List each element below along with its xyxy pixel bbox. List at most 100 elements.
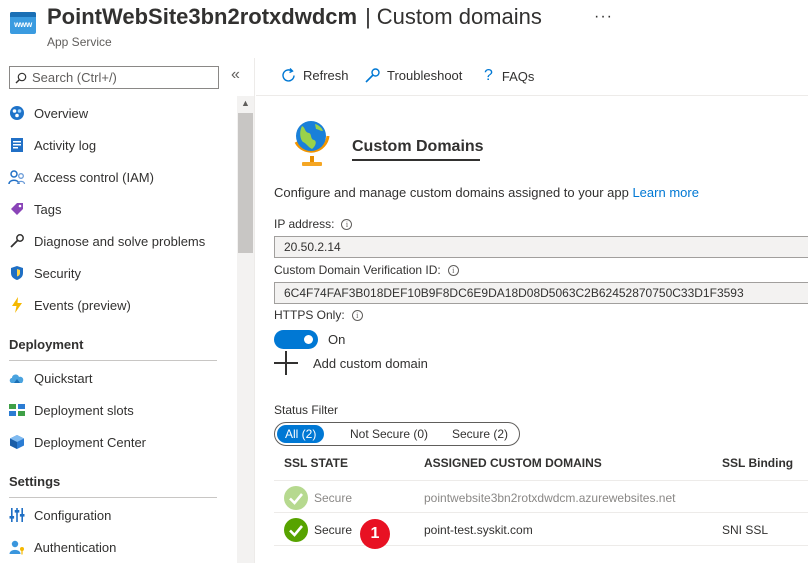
sidebar-item-label: Access control (IAM) — [34, 169, 154, 185]
title-separator: | — [365, 4, 371, 29]
menu-search-box[interactable] — [9, 66, 219, 89]
refresh-label: Refresh — [303, 68, 349, 83]
scrollbar-thumb[interactable] — [238, 113, 253, 253]
question-mark-icon: ? — [484, 67, 493, 84]
info-icon[interactable]: i — [447, 264, 459, 276]
custom-domains-heading: Custom Domains — [352, 138, 484, 155]
slots-icon — [0, 402, 34, 418]
sidebar-item-label: Deployment slots — [34, 402, 134, 418]
sidebar-item-label: Events (preview) — [34, 297, 131, 313]
sidebar-item-label: Authentication — [34, 539, 117, 555]
faqs-button[interactable]: ? FAQs — [484, 67, 534, 85]
sidebar-item-deployment-slots[interactable]: Deployment slots — [0, 394, 236, 426]
scroll-up-arrow-icon[interactable]: ▲ — [241, 98, 250, 108]
search-icon — [10, 72, 32, 84]
sidebar-item-label: Security — [34, 265, 81, 281]
verification-id-field[interactable]: 6C4F74FAF3B018DEF10B9F8DC6E9DA18D08D5063… — [274, 282, 808, 304]
troubleshoot-label: Troubleshoot — [387, 68, 463, 83]
ssl-state-cell: Secure — [314, 523, 353, 537]
sidebar-item-label: Activity log — [34, 137, 97, 153]
sidebar-item-security[interactable]: Security — [0, 257, 236, 289]
page-header: www PointWebSite3bn2rotxdwdcm | Custom dom… — [0, 0, 808, 58]
filter-not-secure[interactable]: Not Secure (0) — [342, 425, 436, 443]
sidebar-item-iam[interactable]: Access control (IAM) — [0, 161, 236, 193]
domain-cell: pointwebsite3bn2rotxdwdcm.azurewebsites.… — [424, 491, 676, 505]
info-icon[interactable]: i — [341, 218, 353, 230]
info-icon[interactable]: i — [351, 309, 363, 321]
https-only-label: HTTPS Only: i — [274, 308, 363, 322]
description-text: Configure and manage custom domains assi… — [274, 185, 629, 200]
sidebar-item-label: Configuration — [34, 507, 112, 523]
refresh-button[interactable]: Refresh — [280, 67, 349, 84]
callout-badge: 1 — [360, 519, 390, 549]
lightning-icon — [0, 297, 34, 313]
status-filter-group: All (2) Not Secure (0) Secure (2) — [274, 422, 520, 446]
section-settings: Settings — [9, 474, 61, 489]
blade-name: Custom domains — [376, 4, 542, 29]
activity-log-icon — [0, 137, 34, 153]
tag-icon — [0, 201, 34, 217]
faqs-label: FAQs — [501, 68, 535, 84]
collapse-menu-button[interactable]: « — [231, 66, 240, 84]
main-content: Refresh Troubleshoot ? FAQs Custom Domai… — [256, 58, 808, 563]
status-filter-label: Status Filter — [274, 403, 339, 417]
sidebar-item-tags[interactable]: Tags — [0, 193, 236, 225]
more-options-button[interactable]: ··· — [594, 8, 613, 26]
learn-more-link[interactable]: Learn more — [632, 185, 698, 200]
wrench-icon — [0, 233, 34, 249]
section-divider — [9, 360, 217, 361]
sidebar-item-configuration[interactable]: Configuration — [0, 499, 236, 531]
ssl-binding-cell: SNI SSL — [722, 523, 769, 537]
ip-address-field[interactable]: 20.50.2.14 — [274, 236, 808, 258]
person-key-icon — [0, 539, 34, 555]
column-header-domains[interactable]: ASSIGNED CUSTOM DOMAINS — [424, 456, 602, 470]
https-label-text: HTTPS Only: — [274, 308, 345, 322]
app-service-logo-icon: www — [10, 12, 36, 34]
verification-label-text: Custom Domain Verification ID: — [274, 263, 441, 277]
sidebar-item-label: Tags — [34, 201, 62, 217]
sidebar-item-quickstart[interactable]: Quickstart — [0, 362, 236, 394]
sidebar-item-label: Deployment Center — [34, 434, 146, 450]
sidebar-item-diagnose[interactable]: Diagnose and solve problems — [0, 225, 236, 257]
ip-address-label: IP address: i — [274, 217, 353, 231]
column-header-ssl-state[interactable]: SSL STATE — [284, 456, 348, 470]
app-name: PointWebSite3bn2rotxdwdcm — [47, 4, 358, 29]
section-divider — [9, 497, 217, 498]
ip-label-text: IP address: — [274, 217, 335, 231]
column-header-ssl-binding[interactable]: SSL Binding — [722, 456, 793, 470]
sliders-icon — [0, 507, 34, 523]
filter-secure[interactable]: Secure (2) — [444, 425, 516, 443]
filter-all[interactable]: All (2) — [277, 425, 325, 443]
sidebar-item-label: Overview — [34, 105, 89, 121]
add-custom-domain-button[interactable]: Add custom domain — [274, 351, 428, 375]
search-input[interactable] — [32, 70, 212, 85]
resource-menu: « ▲ Overview Activity log Access control… — [0, 58, 255, 563]
sidebar-item-label: Diagnose and solve problems — [34, 233, 206, 249]
heading-underline — [352, 159, 480, 161]
sidebar-item-overview[interactable]: Overview — [0, 97, 236, 129]
overview-icon — [0, 105, 34, 121]
command-bar: Refresh Troubleshoot ? FAQs — [256, 58, 808, 96]
troubleshoot-button[interactable]: Troubleshoot — [364, 67, 462, 84]
sidebar-item-deployment-center[interactable]: Deployment Center — [0, 426, 236, 458]
refresh-icon — [282, 68, 295, 82]
toggle-state-label: On — [328, 332, 346, 347]
https-only-toggle[interactable] — [274, 330, 318, 349]
menu-scrollbar[interactable]: ▲ — [237, 96, 254, 563]
cube-icon — [0, 434, 34, 450]
secure-check-icon — [284, 486, 308, 510]
row-divider — [274, 545, 808, 546]
globe-icon — [290, 116, 334, 168]
sidebar-item-events[interactable]: Events (preview) — [0, 289, 236, 321]
sidebar-item-authentication[interactable]: Authentication — [0, 531, 236, 563]
ssl-state-cell: Secure — [314, 491, 353, 505]
plus-icon — [274, 351, 298, 375]
cloud-icon — [0, 371, 34, 385]
iam-icon — [0, 169, 34, 185]
secure-check-icon — [284, 518, 308, 542]
add-domain-label: Add custom domain — [313, 355, 428, 371]
troubleshoot-wrench-icon — [365, 68, 380, 83]
sidebar-item-activity-log[interactable]: Activity log — [0, 129, 236, 161]
header-divider — [274, 480, 808, 481]
sidebar-item-label: Quickstart — [34, 370, 93, 386]
